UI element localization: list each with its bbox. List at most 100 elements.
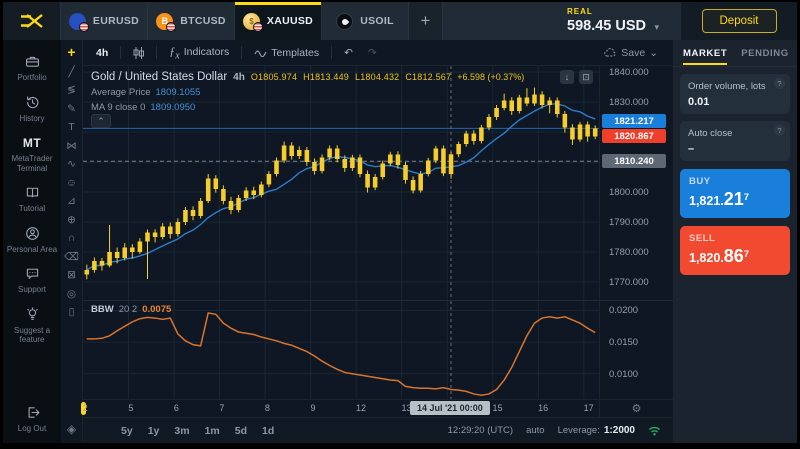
sidebar-item-metatrader-terminal[interactable]: MTMetaTrader Terminal	[5, 134, 59, 173]
exness-logo[interactable]	[3, 2, 61, 40]
wave-icon	[254, 48, 267, 57]
pattern-tool[interactable]: ⋈	[66, 140, 77, 152]
add-symbol-tab-button[interactable]: +	[409, 2, 443, 40]
buy-button[interactable]: BUY 1,821.217	[680, 169, 790, 218]
help-icon[interactable]: ?	[774, 78, 785, 89]
range-1m-button[interactable]: 1m	[205, 425, 220, 437]
book-icon	[24, 184, 41, 201]
sidebar-item-personal-area[interactable]: Personal Area	[5, 225, 59, 255]
bbw-tick: 0.0150	[609, 337, 638, 348]
lock-tool[interactable]: ⊠	[67, 269, 76, 281]
order-panel-tabs: MARKET PENDING	[673, 40, 797, 67]
order-volume-label: Order volume, lots	[688, 81, 782, 92]
bbw-indicator-panel[interactable]: BBW 20 2 0.0075	[83, 301, 599, 399]
sell-button[interactable]: SELL 1,820.867	[680, 226, 790, 275]
gear-icon: ⚙	[632, 402, 642, 415]
order-volume-value[interactable]: 0.01	[688, 96, 782, 108]
save-button[interactable]: Save ⌄	[599, 45, 663, 61]
sidebar-item-history[interactable]: History	[5, 94, 59, 124]
connection-status-icon	[648, 425, 661, 436]
time-axis-scale[interactable]: 14 Jul '21 00:00 2567891213151617	[83, 400, 599, 417]
emoji-tool[interactable]: ☺	[66, 177, 77, 189]
bbw-axis: 0.02000.01500.0100	[600, 301, 673, 399]
text-tool[interactable]: T	[68, 121, 74, 133]
price-chart[interactable]: Gold / United States Dollar 4h O1805.974…	[83, 66, 599, 300]
tab-xauusd[interactable]: $XAUUSD	[235, 2, 322, 40]
utc-clock: 12:29:20 (UTC)	[448, 425, 513, 436]
bulb-icon	[24, 306, 41, 323]
brush-tool[interactable]: ✎	[67, 103, 76, 115]
range-5d-button[interactable]: 5d	[235, 425, 247, 437]
chart-style-button[interactable]	[128, 45, 149, 61]
redo-button[interactable]: ↷	[363, 45, 382, 61]
sell-price-badge: 1820.867	[602, 129, 666, 143]
order-volume-field[interactable]: ? Order volume, lots 0.01	[680, 74, 790, 114]
eu-pair-icon	[69, 13, 86, 30]
range-1y-button[interactable]: 1y	[148, 425, 160, 437]
tab-label: USOIL	[360, 15, 394, 27]
time-axis[interactable]: 14 Jul '21 00:00 2567891213151617 ⚙	[83, 399, 673, 417]
range-3m-button[interactable]: 3m	[174, 425, 189, 437]
sidebar-item-log-out[interactable]: Log Out	[5, 404, 59, 434]
tab-btcusd[interactable]: BBTCUSD	[148, 2, 235, 40]
range-1d-button[interactable]: 1d	[262, 425, 274, 437]
sidebar-item-suggest-a-feature[interactable]: Suggest a feature	[5, 306, 59, 345]
price-axis-column[interactable]: 1821.217 1820.867 1810.240 1840.0001830.…	[599, 66, 673, 399]
briefcase-icon	[24, 53, 41, 70]
indicators-button[interactable]: ƒx Indicators	[164, 42, 234, 63]
tab-market[interactable]: MARKET	[683, 42, 727, 65]
sidebar-item-portfolio[interactable]: Portfolio	[5, 53, 59, 83]
object-tree-tool[interactable]: ◈	[67, 423, 76, 435]
sidebar-item-tutorial[interactable]: Tutorial	[5, 184, 59, 214]
crosshair-tool[interactable]: +	[67, 46, 75, 59]
ohlc-low: L1804.432	[355, 72, 399, 82]
history-icon	[24, 94, 41, 111]
tab-usoil[interactable]: USOIL	[322, 2, 409, 40]
candlestick-icon	[133, 47, 144, 59]
layout-button[interactable]: ⊡	[579, 70, 593, 84]
measure-tool[interactable]: ⊿	[67, 195, 76, 207]
leverage-value: 1:2000	[604, 425, 635, 436]
collapse-legend-button[interactable]: ⌃	[91, 114, 111, 128]
time-tick: 17	[584, 403, 594, 413]
magnet-tool[interactable]: ∩	[68, 232, 76, 244]
sidebar-item-label: Tutorial	[19, 204, 45, 214]
range-5y-button[interactable]: 5y	[121, 425, 133, 437]
forecast-tool[interactable]: ∿	[67, 158, 76, 170]
scroll-to-latest-button[interactable]: ↓	[560, 70, 574, 84]
undo-button[interactable]: ↶	[339, 45, 358, 61]
deposit-button[interactable]: Deposit	[702, 9, 777, 33]
account-selector[interactable]: REAL 598.45 USD ▾	[567, 7, 659, 35]
templates-button[interactable]: Templates	[249, 45, 324, 61]
bbw-name: BBW	[91, 304, 114, 315]
auto-close-value[interactable]: –	[688, 143, 782, 155]
divider	[156, 46, 157, 59]
sidebar-item-support[interactable]: Support	[5, 265, 59, 295]
timeframe-button[interactable]: 4h	[91, 45, 113, 61]
remove-drawings-tool[interactable]: ▯	[69, 306, 75, 318]
price-tick: 1830.000	[609, 97, 649, 108]
buy-price-badge: 1821.217	[602, 114, 666, 128]
magnifier-tool[interactable]: ⊕	[67, 214, 76, 226]
fibonacci-tool[interactable]: ≶	[67, 84, 76, 96]
logo-icon	[19, 12, 45, 30]
time-tick: 8	[265, 403, 270, 413]
account-type-badge: REAL	[567, 7, 659, 16]
bbw-tick: 0.0200	[609, 305, 638, 316]
trendline-tool[interactable]: ╱	[68, 66, 74, 78]
eraser-tool[interactable]: ⌫	[64, 251, 79, 263]
tab-pending[interactable]: PENDING	[741, 42, 788, 65]
deposit-zone: Deposit	[681, 2, 797, 40]
auto-timezone-button[interactable]: auto	[526, 425, 545, 436]
time-axis-settings[interactable]: ⚙	[599, 400, 673, 417]
help-icon[interactable]: ?	[774, 125, 785, 136]
auto-close-field[interactable]: ? Auto close –	[680, 121, 790, 161]
ma-row: MA 9 close 01809.0950	[91, 102, 524, 113]
tab-eurusd[interactable]: EURUSD	[61, 2, 148, 40]
order-panel: MARKET PENDING ? Order volume, lots 0.01…	[673, 40, 797, 443]
crosshair-time-badge: 14 Jul '21 00:00	[410, 401, 490, 415]
time-tick: 6	[174, 403, 179, 413]
mt-icon: MT	[23, 134, 41, 151]
visibility-tool[interactable]: ◎	[67, 288, 76, 300]
account-balance: 598.45 USD	[567, 18, 646, 34]
